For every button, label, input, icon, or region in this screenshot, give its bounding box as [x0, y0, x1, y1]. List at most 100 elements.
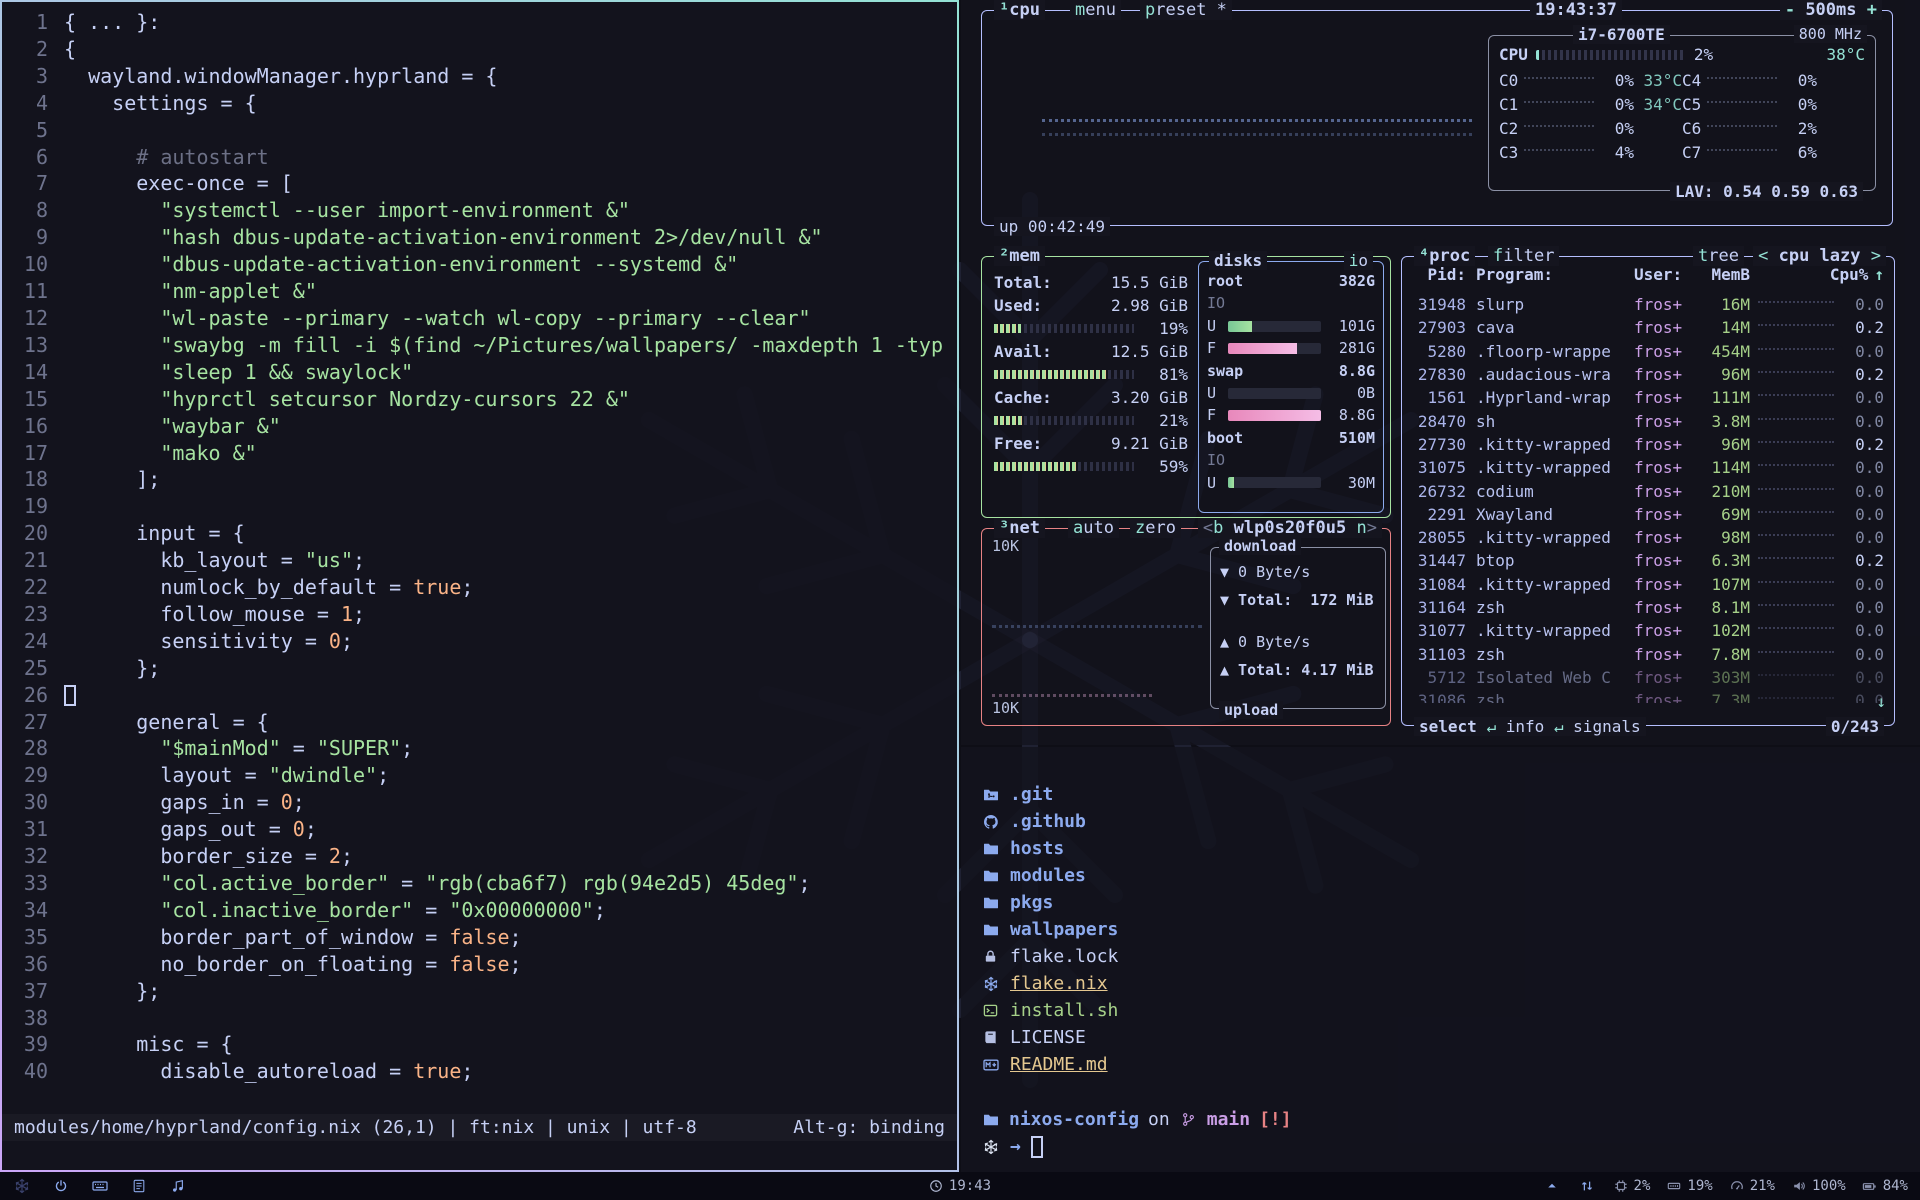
status-volume[interactable]: 100% — [1791, 1178, 1846, 1194]
process-row[interactable]: 28055.kitty-wrappedfros+98M0.0 — [1410, 526, 1884, 549]
editor-line[interactable]: 39 misc = { — [2, 1031, 957, 1058]
editor-line[interactable]: 12 "wl-paste --primary --watch wl-copy -… — [2, 305, 957, 332]
status-memory[interactable]: 19% — [1666, 1178, 1712, 1194]
select-button[interactable]: select — [1419, 717, 1477, 736]
status-battery[interactable]: 84% — [1862, 1178, 1908, 1194]
tray-caret-up-button[interactable] — [1543, 1180, 1562, 1192]
process-row[interactable]: 1561.Hyprland-wrapfros+111M0.0 — [1410, 386, 1884, 409]
editor-line[interactable]: 1{ ... }: — [2, 9, 957, 36]
taskbar-keyboard-button[interactable] — [90, 1178, 109, 1194]
editor-line[interactable]: 19 — [2, 493, 957, 520]
process-row[interactable]: 31075.kitty-wrappedfros+114M0.0 — [1410, 456, 1884, 479]
taskbar-notes-button[interactable] — [129, 1179, 148, 1193]
editor-line[interactable]: 9 "hash dbus-update-activation-environme… — [2, 224, 957, 251]
editor-line[interactable]: 22 numlock_by_default = true; — [2, 574, 957, 601]
mem-box-title[interactable]: ²mem — [994, 246, 1045, 266]
process-row[interactable]: 27903cavafros+14M0.2 — [1410, 316, 1884, 339]
process-row[interactable]: 31103zshfros+7.8M0.0 — [1410, 642, 1884, 665]
signals-button[interactable]: signals — [1573, 717, 1640, 736]
cpu-core-row: C40% — [1682, 71, 1865, 90]
editor-line[interactable]: 38 — [2, 1005, 957, 1032]
menu-button[interactable]: menu — [1070, 0, 1121, 20]
editor-line[interactable]: 31 gaps_out = 0; — [2, 816, 957, 843]
process-row[interactable]: 5712Isolated Web Cfros+303M0.0 — [1410, 666, 1884, 689]
process-row[interactable]: 31164zshfros+8.1M0.0 — [1410, 596, 1884, 619]
editor-line[interactable]: 8 "systemctl --user import-environment &… — [2, 197, 957, 224]
editor-line[interactable]: 6 # autostart — [2, 144, 957, 171]
btop-pane[interactable]: ¹cpu menu preset * 19:43:37 - 500ms + up… — [961, 0, 1920, 745]
editor-line[interactable]: 13 "swaybg -m fill -i $(find ~/Pictures/… — [2, 332, 957, 359]
editor-line[interactable]: 34 "col.inactive_border" = "0x00000000"; — [2, 897, 957, 924]
editor-line[interactable]: 26 — [2, 682, 957, 709]
proc-table-header[interactable]: Pid: Program: User: MemB Cpu% ↑ — [1410, 265, 1884, 284]
taskbar-nix-button[interactable] — [12, 1178, 31, 1194]
process-row[interactable]: 31084.kitty-wrappedfros+107M0.0 — [1410, 573, 1884, 596]
editor-line[interactable]: 14 "sleep 1 && swaylock" — [2, 359, 957, 386]
editor-line[interactable]: 15 "hyprctl setcursor Nordzy-cursors 22 … — [2, 386, 957, 413]
editor-buffer[interactable]: 1{ ... }:2{3 wayland.windowManager.hyprl… — [2, 2, 957, 1085]
editor-line[interactable]: 23 follow_mouse = 1; — [2, 601, 957, 628]
editor-line[interactable]: 25 }; — [2, 655, 957, 682]
proc-box-title[interactable]: ⁴proc — [1414, 246, 1475, 266]
disk-list: root382GIOU101GF281Gswap8.8GU0BF8.8Gboot… — [1199, 262, 1383, 494]
scroll-up-icon[interactable]: ↑ — [1874, 265, 1884, 284]
editor-line[interactable]: 28 "$mainMod" = "SUPER"; — [2, 735, 957, 762]
net-zero-button[interactable]: zero — [1130, 518, 1181, 538]
editor-line[interactable]: 7 exec-once = [ — [2, 170, 957, 197]
disks-title[interactable]: disks — [1209, 251, 1267, 270]
interval-plus-button[interactable]: + — [1867, 0, 1877, 20]
editor-line[interactable]: 16 "waybar &" — [2, 413, 957, 440]
taskbar-power-button[interactable] — [51, 1179, 70, 1193]
process-row[interactable]: 31447btopfros+6.3M0.2 — [1410, 549, 1884, 572]
editor-pane[interactable]: 1{ ... }:2{3 wayland.windowManager.hyprl… — [0, 0, 959, 1172]
process-row[interactable]: 2291Xwaylandfros+69M0.0 — [1410, 503, 1884, 526]
process-row[interactable]: 31086zshfros+7.3M0.0 — [1410, 689, 1884, 703]
process-row[interactable]: 31077.kitty-wrappedfros+102M0.0 — [1410, 619, 1884, 642]
disks-io-toggle[interactable]: io — [1344, 251, 1373, 270]
editor-line[interactable]: 2{ — [2, 36, 957, 63]
editor-line[interactable]: 3 wayland.windowManager.hyprland = { — [2, 63, 957, 90]
editor-line[interactable]: 11 "nm-applet &" — [2, 278, 957, 305]
process-row[interactable]: 27730.kitty-wrappedfros+96M0.2 — [1410, 433, 1884, 456]
editor-line[interactable]: 32 border_size = 2; — [2, 843, 957, 870]
terminal-pane[interactable]: .git.githubhostsmodulespkgswallpapersfla… — [961, 747, 1920, 1172]
editor-line[interactable]: 17 "mako &" — [2, 440, 957, 467]
editor-line[interactable]: 29 layout = "dwindle"; — [2, 762, 957, 789]
info-button[interactable]: info — [1506, 717, 1545, 736]
status-cpu[interactable]: 2% — [1613, 1178, 1651, 1194]
editor-line[interactable]: 4 settings = { — [2, 90, 957, 117]
editor-line[interactable]: 24 sensitivity = 0; — [2, 628, 957, 655]
line-number: 7 — [2, 170, 48, 197]
editor-line[interactable]: 37 }; — [2, 978, 957, 1005]
editor-line[interactable]: 30 gaps_in = 0; — [2, 789, 957, 816]
cpu-box-title[interactable]: ¹cpu — [994, 0, 1045, 20]
process-row[interactable]: 27830.audacious-wrafros+96M0.2 — [1410, 363, 1884, 386]
process-row[interactable]: 31948slurpfros+16M0.0 — [1410, 293, 1884, 316]
preset-button[interactable]: preset * — [1140, 0, 1232, 20]
process-row[interactable]: 28470shfros+3.8M0.0 — [1410, 409, 1884, 432]
taskbar-music-button[interactable] — [168, 1179, 187, 1193]
editor-line[interactable]: 36 no_border_on_floating = false; — [2, 951, 957, 978]
process-row[interactable]: 5280.floorp-wrappefros+454M0.0 — [1410, 340, 1884, 363]
editor-line[interactable]: 33 "col.active_border" = "rgb(cba6f7) rg… — [2, 870, 957, 897]
editor-line[interactable]: 27 general = { — [2, 709, 957, 736]
process-row[interactable]: 26732codiumfros+210M0.0 — [1410, 479, 1884, 502]
status-disk[interactable]: 21% — [1729, 1178, 1775, 1194]
editor-line[interactable]: 20 input = { — [2, 520, 957, 547]
net-auto-button[interactable]: auto — [1068, 518, 1119, 538]
proc-tree-button[interactable]: tree — [1693, 246, 1744, 266]
editor-line[interactable]: 21 kb_layout = "us"; — [2, 547, 957, 574]
proc-sort-control[interactable]: < cpu lazy > — [1753, 246, 1886, 266]
editor-line[interactable]: 18 ]; — [2, 466, 957, 493]
net-box-title[interactable]: ³net — [994, 518, 1045, 538]
editor-line[interactable]: 40 disable_autoreload = true; — [2, 1058, 957, 1085]
editor-line[interactable]: 10 "dbus-update-activation-environment -… — [2, 251, 957, 278]
proc-filter-button[interactable]: filter — [1488, 246, 1559, 266]
scroll-down-icon[interactable]: ↓ — [1876, 692, 1886, 711]
editor-line[interactable]: 5 — [2, 117, 957, 144]
net-interface-switch[interactable]: <b wlp0s20f0u5 n> — [1198, 518, 1382, 538]
editor-line[interactable]: 35 border_part_of_window = false; — [2, 924, 957, 951]
interval-minus-button[interactable]: - — [1785, 0, 1795, 20]
shell-input-line[interactable]: → — [981, 1133, 1920, 1160]
tray-network-button[interactable] — [1578, 1179, 1597, 1193]
